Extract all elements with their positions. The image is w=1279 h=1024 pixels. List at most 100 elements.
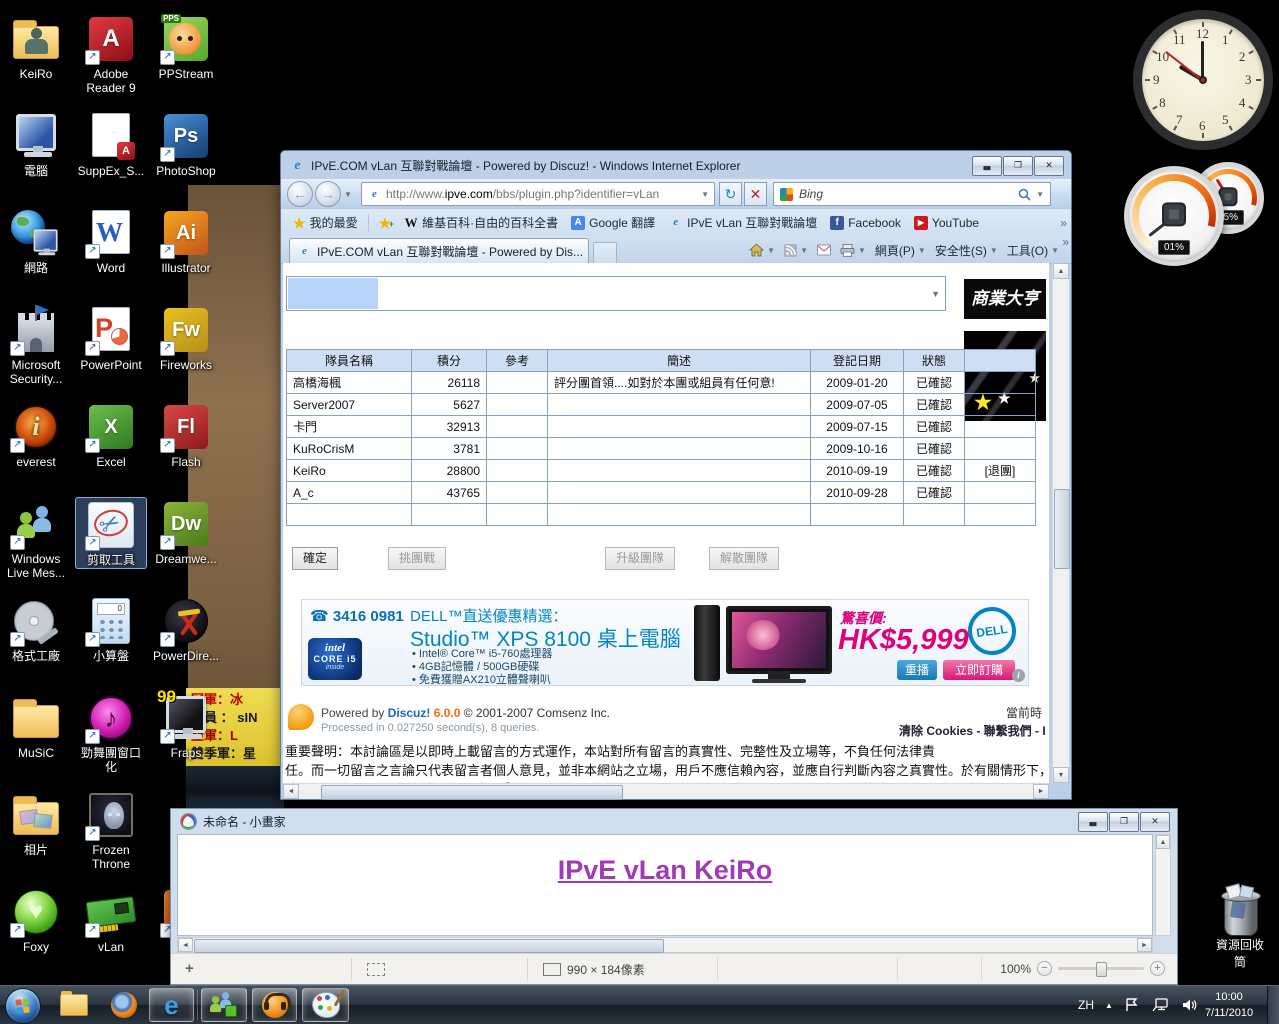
favorites-item-YouTube[interactable]: ▶YouTube	[909, 214, 984, 232]
scroll-up-icon[interactable]: ▲	[1156, 835, 1170, 849]
network-icon[interactable]	[1152, 998, 1168, 1012]
ie-horizontal-scrollbar[interactable]: ◄ ►	[283, 783, 1049, 799]
taskbar-paint-button[interactable]	[302, 988, 349, 1022]
favorites-overflow-icon[interactable]: »	[1060, 216, 1067, 230]
desktop-icon-dancer[interactable]: ♪↗勁舞團窗口化	[75, 691, 147, 775]
action-button-升級團隊[interactable]: 升級團隊	[605, 547, 675, 570]
action-button-確定[interactable]: 確定	[292, 547, 338, 570]
taskbar-ie-button[interactable]: e	[149, 988, 194, 1022]
desktop-icon-adobe-reader[interactable]: A↗Adobe Reader 9	[75, 12, 147, 96]
desktop-icon-vlan[interactable]: ↗vLan	[75, 885, 147, 955]
desktop-icon-suppex[interactable]: ASuppEx_S...	[75, 109, 147, 179]
address-bar[interactable]: e http://www.ipve.com/bbs/plugin.php?ide…	[361, 182, 715, 206]
combo-dropdown-icon[interactable]: ▼	[931, 289, 940, 299]
desktop-icon-everest[interactable]: i↗everest	[0, 400, 72, 470]
ie-vertical-scrollbar[interactable]: ▲ ▼	[1052, 263, 1069, 783]
ad-order-button[interactable]: 立即訂購	[943, 660, 1015, 680]
favorites-item-IPvE vLan 互聯對戰論壇[interactable]: eIPvE vLan 互聯對戰論壇	[663, 212, 822, 233]
search-box[interactable]: Bing ▼	[773, 182, 1051, 206]
paint-maximize-button[interactable]: ❐	[1109, 812, 1139, 832]
desktop-icon-word[interactable]: W↗Word	[75, 206, 147, 276]
desktop-icon-keiro[interactable]: KeiRo	[0, 12, 72, 82]
desktop-icon-powerdirector[interactable]: ↗PowerDire...	[150, 594, 222, 664]
menu-工具(O)[interactable]: 工具(O)▼	[1007, 242, 1059, 259]
dell-ad-banner[interactable]: ☎ 3416 0981 intel CORE i5 inside DELL™直送…	[301, 599, 1029, 686]
ad-info-icon[interactable]: i	[1012, 669, 1025, 682]
desktop-icon-fraps[interactable]: 99↗Fraps	[150, 691, 222, 761]
paint-horizontal-scrollbar[interactable]: ◄ ►	[177, 937, 1153, 953]
desktop-icon-photos[interactable]: 相片	[0, 788, 72, 858]
paint-minimize-button[interactable]: ▃	[1078, 812, 1108, 832]
scroll-down-icon[interactable]: ▼	[1053, 767, 1069, 783]
paint-title-bar[interactable]: 未命名 - 小畫家	[171, 809, 1177, 833]
desktop-icon-illustrator[interactable]: Ai↗Illustrator	[150, 206, 222, 276]
zoom-slider[interactable]	[1058, 967, 1144, 970]
desktop-icon-frozen-throne[interactable]: ↗Frozen Throne	[75, 788, 147, 872]
desktop-icon-photoshop[interactable]: Ps↗PhotoShop	[150, 109, 222, 179]
taskbar-firefox-button[interactable]	[104, 988, 144, 1022]
scroll-right-icon[interactable]: ►	[1137, 938, 1152, 952]
paint-close-button[interactable]: ✕	[1140, 812, 1170, 832]
zoom-out-button[interactable]: −	[1037, 961, 1052, 976]
back-button[interactable]: ←	[287, 181, 313, 207]
cpu-meter-gadget[interactable]: 01%	[1124, 166, 1224, 266]
search-dropdown-icon[interactable]: ▼	[1036, 190, 1044, 199]
team-select-dropdown[interactable]: ▼	[286, 276, 946, 311]
favorites-item-維基百科·自由的百科全書[interactable]: W維基百科·自由的百科全書	[399, 212, 563, 233]
mail-button[interactable]	[817, 244, 831, 256]
favorites-item-Google 翻譯[interactable]: AGoogle 翻譯	[566, 212, 660, 233]
desktop-icon-ppstream[interactable]: PPS↗PPStream	[150, 12, 222, 82]
favorites-item-我的最愛[interactable]: ★我的最愛	[288, 212, 363, 233]
paint-hscroll-thumb[interactable]	[194, 939, 664, 953]
show-desktop-button[interactable]	[1267, 986, 1279, 1024]
desktop-icon-network[interactable]: 網路	[0, 206, 72, 276]
desktop-icon-calculator[interactable]: 0↗小算盤	[75, 594, 147, 664]
address-dropdown-icon[interactable]: ▼	[701, 190, 709, 199]
refresh-button[interactable]: ↻	[719, 182, 742, 206]
desktop-icon-wlm[interactable]: ↗Windows Live Mes...	[0, 497, 72, 581]
taskbar-explorer-button[interactable]	[54, 988, 94, 1022]
ie-maximize-button[interactable]: ❐	[1003, 156, 1033, 176]
desktop-icon-music[interactable]: MuSiC	[0, 691, 72, 761]
scroll-right-icon[interactable]: ►	[1033, 784, 1049, 799]
desktop-icon-ms-security[interactable]: ↗Microsoft Security...	[0, 303, 72, 387]
desktop-icon-dreamweaver[interactable]: Dw↗Dreamwe...	[150, 497, 222, 567]
scroll-up-icon[interactable]: ▲	[1053, 263, 1069, 279]
print-button[interactable]: ▼	[840, 244, 866, 257]
feeds-button[interactable]: ▼	[784, 244, 808, 257]
new-tab-button[interactable]	[593, 242, 617, 264]
desktop-icon-foxy[interactable]: ♥↗Foxy	[0, 885, 72, 955]
menu-網頁(P)[interactable]: 網頁(P)▼	[875, 242, 926, 259]
ie-close-button[interactable]: ✕	[1034, 156, 1064, 176]
ie-title-bar[interactable]: e IPvE.COM vLan 互聯對戰論壇 - Powered by Disc…	[281, 151, 1071, 179]
desktop-icon-flash[interactable]: Fl↗Flash	[150, 400, 222, 470]
table-cell[interactable]: [退團]	[965, 460, 1036, 482]
menu-安全性(S)[interactable]: 安全性(S)▼	[935, 242, 998, 259]
desktop-icon-computer[interactable]: 電腦	[0, 109, 72, 179]
taskbar-clock[interactable]: 10:00 7/11/2010	[1196, 989, 1262, 1021]
search-icon[interactable]	[1018, 188, 1031, 201]
history-dropdown-icon[interactable]: ▼	[344, 190, 352, 199]
scroll-left-icon[interactable]: ◄	[178, 938, 193, 952]
ad-replay-button[interactable]: 重播	[897, 660, 937, 680]
volume-icon[interactable]	[1182, 998, 1197, 1012]
footer-links[interactable]: 清除 Cookies - 聯繫我們 - I	[899, 722, 1046, 739]
zoom-slider-thumb[interactable]	[1096, 962, 1107, 977]
desktop-icon-excel[interactable]: X↗Excel	[75, 400, 147, 470]
tray-overflow-icon[interactable]: ▲	[1105, 1001, 1113, 1010]
zoom-in-button[interactable]: +	[1150, 961, 1165, 976]
toolbar-overflow-icon[interactable]: »	[1062, 235, 1069, 249]
desktop-icon-format-factory[interactable]: ↗格式工廠	[0, 594, 72, 664]
ie-hscroll-thumb[interactable]	[321, 785, 623, 800]
desktop-icon-fireworks[interactable]: Fw↗Fireworks	[150, 303, 222, 373]
favorites-item-star-add[interactable]: ★+	[374, 214, 397, 232]
stop-button[interactable]: ✕	[744, 182, 767, 206]
desktop-icon-snipping[interactable]: ✂↗剪取工具	[75, 497, 147, 569]
paint-vertical-scrollbar[interactable]: ▲	[1155, 834, 1171, 936]
action-center-flag-icon[interactable]	[1125, 998, 1138, 1012]
forward-button[interactable]: →	[315, 181, 341, 207]
taskbar-messenger-button[interactable]	[201, 988, 247, 1022]
clock-gadget[interactable]: 123456789101112	[1133, 10, 1273, 150]
action-button-挑團戰[interactable]: 挑團戰	[388, 547, 446, 570]
ie-minimize-button[interactable]: ▃	[972, 156, 1002, 176]
